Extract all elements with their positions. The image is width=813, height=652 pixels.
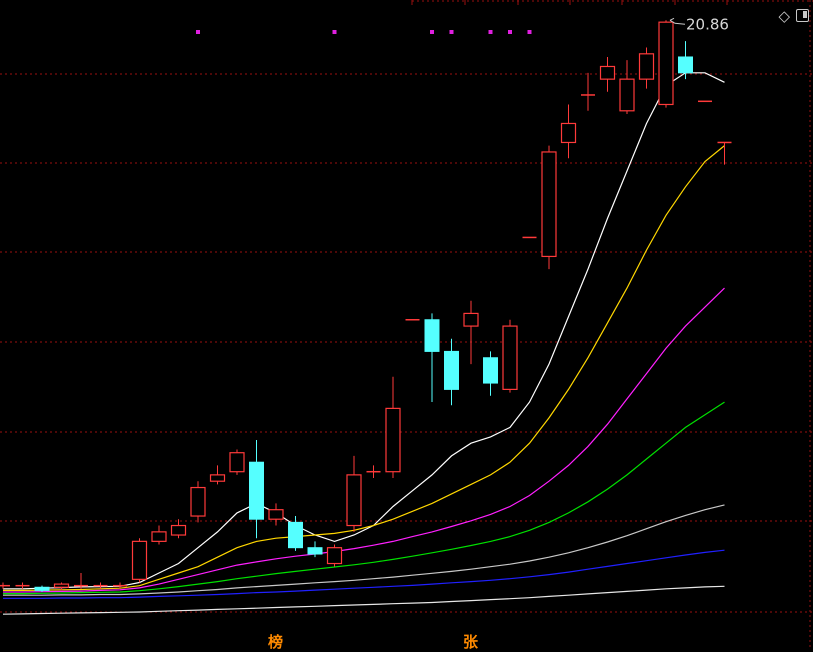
candle-body (483, 357, 498, 384)
candle-body (658, 21, 674, 106)
signal-marker (332, 30, 337, 34)
candle-body (229, 452, 245, 473)
candle-body (541, 151, 557, 258)
candle-body (307, 547, 323, 555)
signal-marker (196, 30, 200, 34)
candle-body (131, 540, 148, 580)
candle-body (34, 586, 50, 591)
signal-marker (430, 30, 434, 34)
candle-body (502, 325, 518, 390)
moving-average-line (3, 72, 725, 590)
candles (0, 20, 732, 593)
candle-body (53, 583, 70, 588)
diamond-icon[interactable]: ◇ (778, 8, 790, 24)
candle-body (346, 474, 362, 527)
candle-body (190, 486, 206, 517)
moving-average-line (3, 287, 725, 593)
candle-body (170, 524, 187, 536)
bottom-tag: 张 (463, 633, 479, 651)
signal-marker (508, 30, 512, 34)
candle-body (385, 407, 401, 473)
candle-body (463, 312, 479, 327)
candle-body (560, 122, 577, 144)
candlestick-chart: 20.86 (0, 0, 813, 648)
candle-body (209, 474, 226, 482)
candle-body (326, 547, 343, 565)
candle-body (444, 350, 459, 390)
moving-average-line (3, 549, 725, 599)
candle-body (678, 56, 693, 74)
max-price-label: 20.86 (686, 15, 729, 33)
candle-body (424, 319, 440, 352)
signal-marker (449, 30, 454, 34)
moving-average-line (3, 145, 725, 592)
candle-body (268, 509, 284, 520)
candle-body (249, 461, 264, 520)
panel-toggle-icon[interactable] (796, 9, 809, 22)
candle-body (599, 65, 616, 80)
candle-body (151, 531, 167, 542)
top-axis-ticks (411, 0, 813, 5)
signal-marker (527, 30, 532, 34)
chart-toolbar: ◇ (778, 8, 809, 24)
moving-average-lines (2, 72, 725, 615)
candle-body (638, 53, 655, 80)
moving-average-line (3, 504, 725, 596)
candle-body (619, 78, 635, 112)
signal-markers (196, 30, 532, 34)
max-price-annotation: 20.86 (669, 15, 729, 33)
candle-body (288, 521, 303, 549)
signal-marker (488, 30, 493, 34)
price-gridlines (0, 0, 813, 648)
bottom-tag: 榜 (268, 633, 284, 651)
